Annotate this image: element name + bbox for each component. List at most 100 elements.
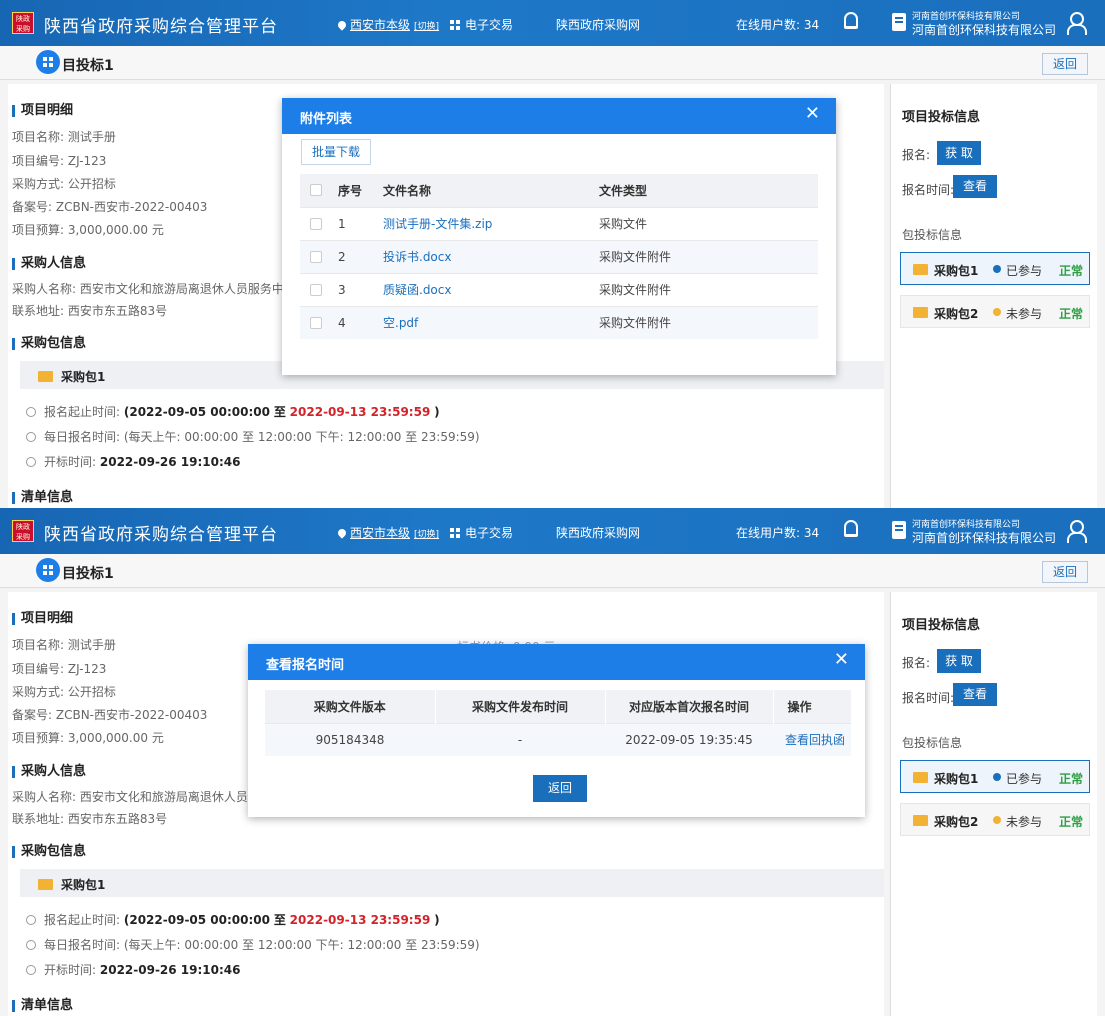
platform-logo: 陕政采购 bbox=[12, 520, 34, 542]
modal-title: 查看报名时间 bbox=[266, 658, 345, 673]
location-pin-icon bbox=[336, 527, 348, 539]
modal-return-button[interactable]: 返回 bbox=[533, 775, 587, 802]
table-row: 1 测试手册-文件集.zip 采购文件 bbox=[300, 206, 818, 240]
signup-label: 报名: bbox=[902, 148, 931, 162]
modal-header: 附件列表 ✕ bbox=[282, 98, 836, 134]
package-card-1[interactable]: 采购包1 已参与 正常 bbox=[900, 252, 1090, 285]
grid-icon bbox=[450, 20, 460, 30]
menu-icon[interactable] bbox=[36, 50, 60, 74]
close-icon[interactable]: ✕ bbox=[834, 651, 849, 669]
company-icon bbox=[892, 521, 906, 539]
online-user-count: 在线用户数: 34 bbox=[736, 526, 820, 540]
status-dot bbox=[993, 816, 1001, 824]
signup-time-modal: 查看报名时间 ✕ 采购文件版本 采购文件发布时间 对应版本首次报名时间 操作 9… bbox=[248, 644, 865, 817]
folder-icon bbox=[913, 772, 928, 783]
company-name: 河南首创环保科技有限公司 河南首创环保科技有限公司 bbox=[912, 520, 1057, 545]
purchase-method: 采购方式: 公开招标 bbox=[12, 685, 116, 699]
app-title: 陕西省政府采购综合管理平台 bbox=[44, 17, 278, 37]
clock-icon bbox=[26, 940, 36, 950]
signup-time-table: 采购文件版本 采购文件发布时间 对应版本首次报名时间 操作 905184348 … bbox=[265, 690, 851, 756]
clock-icon bbox=[26, 457, 36, 467]
row-checkbox[interactable] bbox=[310, 316, 322, 329]
file-link[interactable]: 质疑函.docx bbox=[383, 283, 451, 297]
get-button[interactable]: 获 取 bbox=[937, 649, 981, 673]
project-name: 项目名称: 测试手册 bbox=[12, 638, 116, 652]
project-budget: 项目预算: 3,000,000.00 元 bbox=[12, 731, 164, 745]
buyer-name: 采购人名称: 西安市文化和旅游局离退休人员服 bbox=[12, 790, 260, 804]
folder-icon bbox=[913, 307, 928, 318]
project-number: 项目编号: ZJ-123 bbox=[12, 662, 107, 676]
get-button[interactable]: 获 取 bbox=[937, 141, 981, 165]
batch-download-button[interactable]: 批量下载 bbox=[301, 139, 371, 165]
user-icon[interactable] bbox=[1066, 12, 1087, 35]
screenshot-bottom: 陕政采购 陕西省政府采购综合管理平台 西安市本级 [切换] 电子交易 陕西政府采购… bbox=[0, 508, 1105, 1016]
status-dot bbox=[993, 773, 1001, 781]
top-bar: 陕政采购 陕西省政府采购综合管理平台 西安市本级 [切换] 电子交易 陕西政府采购… bbox=[0, 0, 1105, 46]
file-link[interactable]: 测试手册-文件集.zip bbox=[383, 217, 492, 231]
table-row: 3 质疑函.docx 采购文件附件 bbox=[300, 272, 818, 306]
region-selector[interactable]: 西安市本级 [切换] bbox=[336, 16, 439, 33]
company-icon bbox=[892, 13, 906, 31]
signup-time-label: 报名时间: bbox=[902, 691, 955, 705]
daily-signup-time: 每日报名时间: (每天上午: 00:00:00 至 12:00:00 下午: 1… bbox=[26, 428, 480, 445]
section-package-info: 采购包信息 bbox=[12, 845, 86, 858]
menu-icon[interactable] bbox=[36, 558, 60, 582]
signup-period: 报名起止时间: (2022-09-05 00:00:00 至 2022-09-1… bbox=[26, 911, 440, 928]
platform-logo: 陕政采购 bbox=[12, 12, 34, 34]
bid-opening-time: 开标时间: 2022-09-26 19:10:46 bbox=[26, 453, 241, 470]
nav-gov-procurement-site[interactable]: 陕西政府采购网 bbox=[556, 16, 640, 33]
region-selector[interactable]: 西安市本级 [切换] bbox=[336, 524, 439, 541]
section-project-detail: 项目明细 bbox=[12, 612, 73, 625]
nav-gov-procurement-site[interactable]: 陕西政府采购网 bbox=[556, 524, 640, 541]
buyer-address: 联系地址: 西安市东五路83号 bbox=[12, 304, 168, 318]
table-row: 4 空.pdf 采购文件附件 bbox=[300, 305, 818, 339]
location-pin-icon bbox=[336, 19, 348, 31]
close-icon[interactable]: ✕ bbox=[805, 105, 820, 123]
package-bar: 采购包1 bbox=[20, 869, 884, 897]
return-button[interactable]: 返回 bbox=[1042, 561, 1088, 583]
row-checkbox[interactable] bbox=[310, 217, 322, 230]
section-package-info: 采购包信息 bbox=[12, 337, 86, 350]
row-checkbox[interactable] bbox=[310, 283, 322, 296]
signup-period: 报名起止时间: (2022-09-05 00:00:00 至 2022-09-1… bbox=[26, 403, 440, 420]
signup-label: 报名: bbox=[902, 656, 931, 670]
nav-etrade[interactable]: 电子交易 bbox=[450, 16, 513, 33]
package-bid-info-label: 包投标信息 bbox=[902, 228, 963, 242]
view-signup-time-button[interactable]: 查看 bbox=[953, 175, 997, 198]
title-bar bbox=[0, 46, 1105, 80]
clock-icon bbox=[26, 965, 36, 975]
buyer-name: 采购人名称: 西安市文化和旅游局离退休人员服务中心 bbox=[12, 282, 296, 296]
status-dot bbox=[993, 308, 1001, 316]
daily-signup-time: 每日报名时间: (每天上午: 00:00:00 至 12:00:00 下午: 1… bbox=[26, 936, 480, 953]
view-receipt-link[interactable]: 查看回执函 bbox=[785, 733, 845, 747]
folder-icon bbox=[38, 371, 53, 382]
screenshot-top: 陕政采购 陕西省政府采购综合管理平台 西安市本级 [切换] 电子交易 陕西政府采购… bbox=[0, 0, 1105, 508]
row-checkbox[interactable] bbox=[310, 250, 322, 263]
section-project-detail: 项目明细 bbox=[12, 104, 73, 117]
nav-etrade[interactable]: 电子交易 bbox=[450, 524, 513, 541]
view-signup-time-button[interactable]: 查看 bbox=[953, 683, 997, 706]
bell-icon[interactable] bbox=[844, 12, 858, 29]
section-buyer-info: 采购人信息 bbox=[12, 765, 86, 778]
clock-icon bbox=[26, 915, 36, 925]
section-buyer-info: 采购人信息 bbox=[12, 257, 86, 270]
user-icon[interactable] bbox=[1066, 520, 1087, 543]
bid-opening-time: 开标时间: 2022-09-26 19:10:46 bbox=[26, 961, 241, 978]
select-all-checkbox[interactable] bbox=[310, 184, 322, 197]
file-link[interactable]: 投诉书.docx bbox=[383, 250, 451, 264]
table-row: 2 投诉书.docx 采购文件附件 bbox=[300, 239, 818, 273]
top-bar: 陕政采购 陕西省政府采购综合管理平台 西安市本级 [切换] 电子交易 陕西政府采购… bbox=[0, 508, 1105, 554]
table-row: 905184348 - 2022-09-05 19:35:45 查看回执函 bbox=[265, 722, 851, 756]
return-button[interactable]: 返回 bbox=[1042, 53, 1088, 75]
record-number: 备案号: ZCBN-西安市-2022-00403 bbox=[12, 200, 208, 214]
modal-header: 查看报名时间 ✕ bbox=[248, 644, 865, 680]
package-card-1[interactable]: 采购包1 已参与 正常 bbox=[900, 760, 1090, 793]
package-card-2[interactable]: 采购包2 未参与 正常 bbox=[900, 295, 1090, 328]
purchase-method: 采购方式: 公开招标 bbox=[12, 177, 116, 191]
package-card-2[interactable]: 采购包2 未参与 正常 bbox=[900, 803, 1090, 836]
project-name: 项目名称: 测试手册 bbox=[12, 130, 116, 144]
page-title: 目投标1 bbox=[62, 58, 114, 74]
bell-icon[interactable] bbox=[844, 520, 858, 537]
bid-info-title: 项目投标信息 bbox=[902, 618, 981, 633]
file-link[interactable]: 空.pdf bbox=[383, 316, 418, 330]
